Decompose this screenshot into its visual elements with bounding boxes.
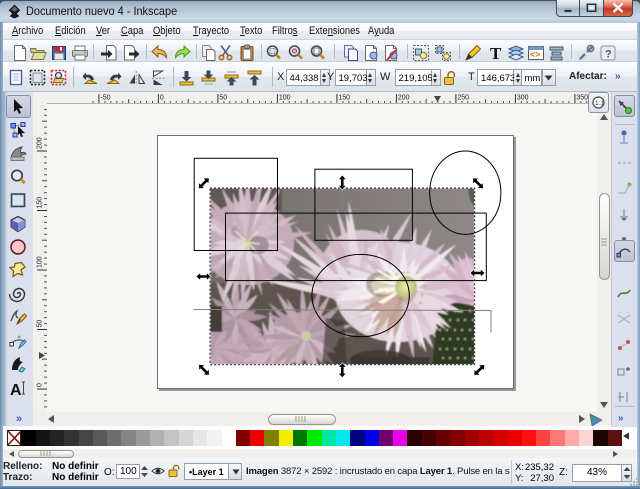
svg-text:200: 200: [398, 95, 410, 102]
svg-text:-50: -50: [100, 95, 110, 102]
svg-text:0: 0: [37, 383, 44, 387]
svg-text:150: 150: [338, 95, 350, 102]
svg-text:200: 200: [37, 137, 44, 149]
svg-text:150: 150: [37, 197, 44, 209]
svg-text:0: 0: [160, 95, 164, 102]
svg-text:100: 100: [279, 95, 291, 102]
svg-text:50: 50: [219, 95, 227, 102]
svg-text:50: 50: [37, 320, 44, 328]
svg-text:350: 350: [576, 95, 588, 102]
svg-text:?: ?: [605, 49, 612, 61]
svg-text:250: 250: [457, 95, 469, 102]
svg-text:<>: <>: [530, 50, 541, 60]
svg-text:300: 300: [517, 95, 529, 102]
svg-text:T: T: [490, 44, 502, 62]
svg-text:1:1: 1:1: [595, 100, 604, 107]
svg-text:100: 100: [37, 256, 44, 268]
svg-text:A: A: [10, 382, 22, 398]
